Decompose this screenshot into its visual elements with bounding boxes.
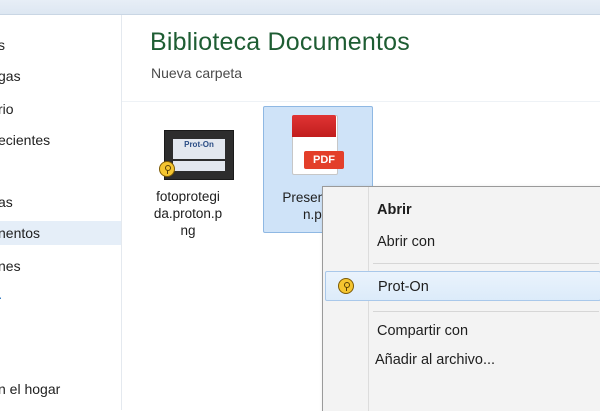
nav-item-desktop[interactable]: rio (0, 97, 121, 121)
menu-item-label: Compartir con (377, 323, 469, 339)
menu-item-label: Abrir con (377, 234, 436, 250)
menu-item-share-with[interactable]: Compartir con (325, 316, 600, 346)
menu-item-label: Abrir (377, 202, 412, 218)
context-menu[interactable]: Abrir Abrir con Prot-On Compartir con Añ… (322, 186, 600, 411)
navigation-pane[interactable]: s gas rio ecientes as nentos nes · n el … (0, 15, 122, 410)
nav-item-label: gas (0, 68, 21, 84)
nav-item-label: s (0, 37, 5, 53)
menu-separator (373, 263, 599, 264)
nav-item-label: nentos (0, 225, 41, 241)
menu-item-open[interactable]: Abrir (325, 195, 600, 225)
menu-item-add-to-archive[interactable]: Añadir al archivo... (325, 345, 600, 375)
nav-item-documents[interactable]: nentos (0, 221, 121, 245)
nav-item-libraries[interactable]: as (0, 190, 121, 214)
nav-item-recent[interactable]: ecientes (0, 128, 121, 152)
thumbnail-text: Prot-On (173, 139, 225, 159)
nav-item-downloads[interactable]: gas (0, 64, 121, 88)
image-thumbnail-icon: Prot-On (159, 130, 234, 180)
prot-on-key-icon (159, 161, 175, 177)
nav-item-images[interactable]: nes (0, 254, 121, 278)
menu-item-label: Prot-On (378, 279, 429, 295)
pdf-page-header (292, 115, 336, 137)
nav-item-label: ecientes (0, 132, 51, 148)
file-item-photo[interactable]: Prot-On fotoprotegi da.proton.p ng (138, 108, 238, 258)
nav-item-label: · (0, 285, 3, 309)
nav-item-label: as (0, 194, 13, 210)
header-divider (122, 101, 600, 102)
nav-item-music[interactable]: · (0, 285, 121, 309)
pdf-file-icon: PDF (286, 115, 344, 183)
file-name-line: fotoprotegi (156, 189, 220, 204)
menu-item-open-with[interactable]: Abrir con (325, 227, 600, 257)
menu-item-prot-on[interactable]: Prot-On (325, 271, 600, 301)
file-name-line: da.proton.p (153, 206, 223, 221)
library-subtitle[interactable]: Nueva carpeta (151, 65, 242, 81)
prot-on-key-icon (338, 278, 354, 294)
explorer-toolbar (0, 0, 600, 15)
nav-item-favorites[interactable]: s (0, 33, 121, 57)
menu-separator (373, 311, 599, 312)
file-name-line: ng (180, 223, 196, 238)
library-title: Biblioteca Documentos (150, 28, 410, 56)
thumbnail-strip (173, 161, 225, 171)
pdf-badge: PDF (304, 151, 344, 169)
nav-item-homegroup[interactable]: n el hogar (0, 377, 121, 401)
nav-item-label: nes (0, 258, 21, 274)
nav-item-label: rio (0, 101, 14, 117)
menu-item-label: Añadir al archivo... (375, 352, 496, 368)
nav-item-label: n el hogar (0, 381, 61, 397)
